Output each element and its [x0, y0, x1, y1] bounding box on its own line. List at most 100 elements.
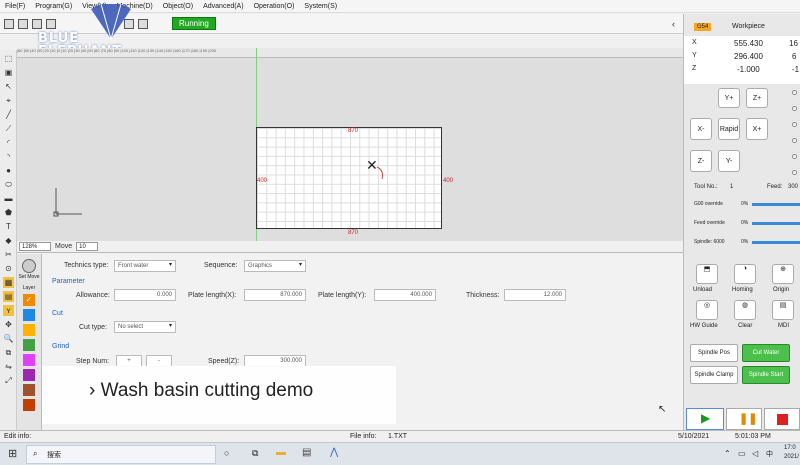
- polyline-tool-icon[interactable]: ⟋: [3, 123, 14, 134]
- collapse-panel-icon[interactable]: ‹: [672, 19, 675, 29]
- menu-system[interactable]: System(S): [299, 3, 342, 10]
- sequence-select[interactable]: Graphics: [244, 260, 306, 272]
- layer-swatch-orange-checked[interactable]: ✓: [23, 294, 35, 306]
- arc2-tool-icon[interactable]: ◝: [3, 151, 14, 162]
- arrange-tool-icon[interactable]: ▤: [3, 291, 14, 302]
- tray-chevron-icon[interactable]: ⌃: [724, 449, 731, 458]
- rectangle-tool-icon[interactable]: ▬: [3, 193, 14, 204]
- trim-tool-icon[interactable]: ✂: [3, 249, 14, 260]
- jog-y-minus-button[interactable]: Y-: [718, 150, 740, 172]
- menu-operation[interactable]: Operation(O): [249, 3, 300, 10]
- path-tool-icon[interactable]: ʏ: [3, 305, 14, 316]
- taskbar-date[interactable]: 2021/: [784, 454, 799, 460]
- unload-icon[interactable]: ⬒: [696, 264, 718, 284]
- plate-length-x-input[interactable]: 870.000: [244, 289, 306, 301]
- hw-guide-label[interactable]: HW Guide: [690, 323, 718, 329]
- feed-override-slider[interactable]: [752, 222, 800, 225]
- move-tool-icon[interactable]: ✥: [3, 319, 14, 330]
- homing-label[interactable]: Homing: [732, 287, 753, 293]
- pointer-icon[interactable]: ↖: [3, 81, 14, 92]
- origin-label[interactable]: Origin: [773, 287, 789, 293]
- task-view-icon-2[interactable]: ⧉: [252, 448, 258, 459]
- scale-tool-icon[interactable]: ⤢: [3, 375, 14, 386]
- allowance-input[interactable]: 0.000: [114, 289, 176, 301]
- taskbar-search-box[interactable]: ⌕ 搜索: [26, 445, 216, 464]
- zoom-window-icon[interactable]: ▣: [3, 67, 14, 78]
- jog-x-plus-button[interactable]: X+: [746, 118, 768, 140]
- layer-swatch-purple[interactable]: [23, 369, 35, 381]
- cut-type-select[interactable]: No select: [114, 321, 176, 333]
- node-edit-icon[interactable]: ⌖: [3, 95, 14, 106]
- spindle-pos-button[interactable]: Spindle Pos: [690, 344, 738, 362]
- spindle-override-slider[interactable]: [752, 241, 800, 244]
- new-file-icon[interactable]: [4, 18, 14, 29]
- menu-file[interactable]: File(F): [0, 3, 30, 10]
- jog-step-radio-3[interactable]: [792, 122, 797, 127]
- layer-swatch-darkorange[interactable]: [23, 399, 35, 411]
- jog-step-radio-5[interactable]: [792, 154, 797, 159]
- jog-step-radio-6[interactable]: [792, 170, 797, 175]
- app-icon-2[interactable]: ▤: [302, 447, 311, 458]
- ellipse-tool-icon[interactable]: ⬭: [3, 179, 14, 190]
- cnc-app-icon[interactable]: ⋀: [330, 447, 338, 458]
- layer-tool-icon[interactable]: ▦: [3, 277, 14, 288]
- fill-tool-icon[interactable]: ◆: [3, 235, 14, 246]
- coord-system-badge[interactable]: G54: [694, 23, 712, 31]
- plate-length-y-input[interactable]: 400.000: [374, 289, 436, 301]
- text-tool-icon[interactable]: T: [3, 221, 14, 232]
- circle-tool-icon[interactable]: ●: [3, 165, 14, 176]
- menu-advanced[interactable]: Advanced(A): [198, 3, 248, 10]
- line-tool-icon[interactable]: ╱: [3, 109, 14, 120]
- spindle-start-button[interactable]: Spindle Start: [742, 366, 790, 384]
- clear-label[interactable]: Clear: [738, 323, 752, 329]
- layer-swatch-magenta[interactable]: [23, 354, 35, 366]
- technics-type-select[interactable]: Front water: [114, 260, 176, 272]
- set-move-icon[interactable]: [22, 259, 36, 273]
- origin-icon[interactable]: ⊕: [772, 264, 794, 284]
- task-view-icon[interactable]: ○: [224, 448, 229, 458]
- pause-button[interactable]: ❚❚: [726, 408, 762, 430]
- jog-step-radio-1[interactable]: [792, 90, 797, 95]
- magnifier-icon[interactable]: 🔍: [3, 333, 14, 344]
- file-explorer-icon[interactable]: ▬: [276, 447, 286, 458]
- homing-icon[interactable]: ◑: [734, 264, 756, 284]
- input-method-icon[interactable]: 中: [766, 449, 773, 459]
- zoom-select[interactable]: 128%: [19, 242, 51, 251]
- workpiece-plate[interactable]: [256, 127, 442, 229]
- hw-guide-icon[interactable]: ◎: [696, 300, 718, 320]
- jog-x-minus-button[interactable]: X-: [690, 118, 712, 140]
- layer-swatch-green[interactable]: [23, 339, 35, 351]
- move-step-input[interactable]: 10: [76, 242, 99, 251]
- copy-tool-icon[interactable]: ⧉: [3, 347, 14, 358]
- mdi-icon[interactable]: ▤: [772, 300, 794, 320]
- jog-z-plus-button[interactable]: Z+: [746, 88, 768, 108]
- layer-swatch-brown[interactable]: [23, 384, 35, 396]
- measure-tool-icon[interactable]: ⊙: [3, 263, 14, 274]
- jog-step-radio-4[interactable]: [792, 138, 797, 143]
- jog-y-plus-button[interactable]: Y+: [718, 88, 740, 108]
- mirror-tool-icon[interactable]: ⇋: [3, 361, 14, 372]
- mdi-label[interactable]: MDI: [778, 323, 789, 329]
- spindle-clamp-button[interactable]: Spindle Clamp: [690, 366, 738, 384]
- taskbar-clock[interactable]: 17:0: [784, 445, 796, 451]
- thickness-input[interactable]: 12.000: [504, 289, 566, 301]
- stop-button[interactable]: [764, 408, 800, 430]
- open-file-icon[interactable]: [18, 18, 28, 29]
- jog-z-minus-button[interactable]: Z-: [690, 150, 712, 172]
- clear-icon[interactable]: ◍: [734, 300, 756, 320]
- volume-icon[interactable]: ◁: [752, 449, 758, 458]
- jog-step-radio-2[interactable]: [792, 106, 797, 111]
- cut-water-button[interactable]: Cut Water: [742, 344, 790, 362]
- rapid-button[interactable]: Rapid: [718, 118, 740, 140]
- select-tool-icon[interactable]: ⬚: [3, 53, 14, 64]
- layer-swatch-blue[interactable]: [23, 309, 35, 321]
- start-button[interactable]: ▶: [686, 408, 724, 430]
- network-icon[interactable]: ▭: [738, 449, 746, 458]
- menu-object[interactable]: Object(O): [158, 3, 198, 10]
- g00-override-slider[interactable]: [752, 203, 800, 206]
- layer-swatch-yellow[interactable]: [23, 324, 35, 336]
- unload-label[interactable]: Unload: [693, 287, 712, 293]
- arc-tool-icon[interactable]: ◜: [3, 137, 14, 148]
- polygon-tool-icon[interactable]: ⬟: [3, 207, 14, 218]
- windows-start-icon[interactable]: ⊞: [8, 447, 17, 460]
